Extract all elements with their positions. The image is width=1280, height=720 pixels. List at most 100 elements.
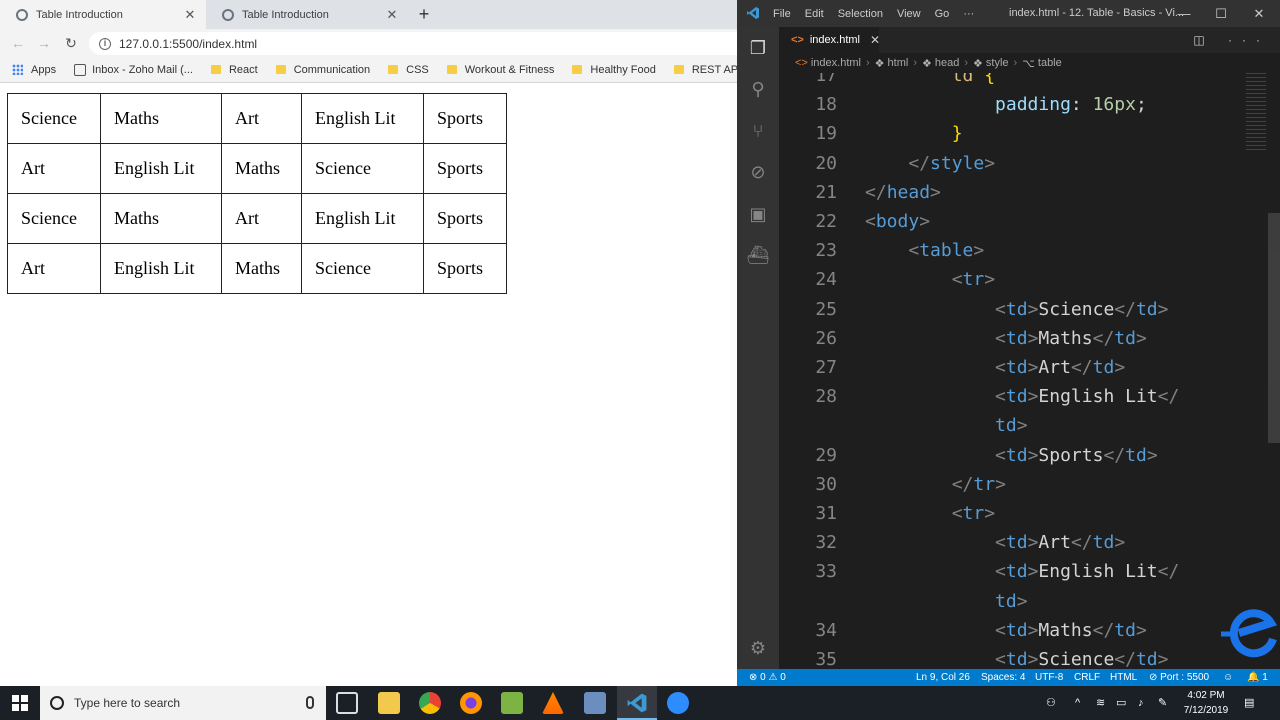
tray-chevron-icon[interactable]: ^ xyxy=(1075,686,1080,720)
address-bar[interactable]: i 127.0.0.1:5500/index.html xyxy=(89,32,737,55)
code-line[interactable]: </tr> xyxy=(865,474,1006,495)
code-line[interactable]: </style> xyxy=(865,153,995,174)
chevron-right-icon: › xyxy=(913,57,917,69)
breadcrumb-item[interactable]: html xyxy=(888,57,909,69)
pen-icon[interactable]: ✎ xyxy=(1158,686,1167,720)
search-icon[interactable]: ⚲ xyxy=(745,76,771,102)
bookmark-item[interactable]: CSS xyxy=(388,64,429,76)
code-line[interactable]: <td>Art</td> xyxy=(865,532,1125,553)
bookmark-item[interactable]: Inbox - Zoho Mail (... xyxy=(74,63,193,76)
breadcrumb-item[interactable]: index.html xyxy=(811,57,861,69)
file-explorer-icon[interactable] xyxy=(378,692,400,714)
code-line[interactable]: td { xyxy=(865,73,995,86)
browser-tab-1[interactable]: Table Introduction ✕ xyxy=(0,0,206,29)
menu-item[interactable]: View xyxy=(897,8,921,20)
network-app-icon[interactable] xyxy=(584,692,606,714)
code-editor[interactable]: 17 td {18 padding: 16px; 19 } 20 </style> 2… xyxy=(779,73,1280,669)
encoding[interactable]: UTF-8 xyxy=(1035,669,1063,686)
code-line[interactable]: padding: 16px; xyxy=(865,94,1147,115)
notifications[interactable]: 🔔 1 xyxy=(1247,669,1268,686)
menu-item[interactable]: ··· xyxy=(963,8,974,20)
code-line[interactable]: td> xyxy=(865,415,1028,436)
close-window-icon[interactable]: ✕ xyxy=(1241,0,1277,27)
live-server-port[interactable]: ⊘ Port : 5500 xyxy=(1149,669,1209,686)
problems-indicator[interactable]: ⊗ 0 ⚠ 0 xyxy=(749,669,786,686)
info-icon[interactable]: i xyxy=(99,37,111,50)
bookmark-item[interactable]: Workout & Fitness xyxy=(446,64,554,76)
taskbar-search[interactable]: Type here to search xyxy=(40,686,326,720)
code-line[interactable]: <td>Science</td> xyxy=(865,649,1168,669)
volume-icon[interactable]: ♪ xyxy=(1138,686,1144,720)
debug-icon[interactable]: ⊘ xyxy=(745,159,771,185)
code-line[interactable]: <table> xyxy=(865,240,984,261)
forward-arrow-icon[interactable]: → xyxy=(35,34,53,52)
wifi-icon[interactable]: ≋ xyxy=(1096,686,1105,720)
reload-icon[interactable]: ↻ xyxy=(62,34,80,52)
cursor-position[interactable]: Ln 9, Col 26 xyxy=(916,669,970,686)
code-line[interactable]: <td>English Lit</ xyxy=(865,561,1179,582)
code-line[interactable]: <td>Maths</td> xyxy=(865,620,1147,641)
menu-item[interactable]: Edit xyxy=(805,8,824,20)
firefox-icon[interactable] xyxy=(460,692,482,714)
breadcrumb-item[interactable]: table xyxy=(1038,57,1062,69)
code-line[interactable]: <td>English Lit</ xyxy=(865,386,1179,407)
menu-item[interactable]: Go xyxy=(935,8,950,20)
code-line[interactable]: <td>Sports</td> xyxy=(865,445,1158,466)
minimap[interactable] xyxy=(1246,73,1266,153)
code-line[interactable]: <td>Art</td> xyxy=(865,357,1125,378)
notepad-plus-icon[interactable] xyxy=(501,692,523,714)
explorer-icon[interactable]: ❐ xyxy=(745,35,771,61)
taskbar-clock[interactable]: 4:02 PM 7/12/2019 xyxy=(1176,688,1236,718)
docker-icon[interactable]: ⛴ xyxy=(745,242,771,268)
indentation[interactable]: Spaces: 4 xyxy=(981,669,1025,686)
code-line[interactable]: </head> xyxy=(865,182,941,203)
close-icon[interactable]: ✕ xyxy=(870,33,880,47)
close-tab-icon[interactable]: ✕ xyxy=(182,7,198,23)
source-control-icon[interactable]: ⑂ xyxy=(745,118,771,144)
feedback-icon[interactable]: ☺ xyxy=(1223,669,1233,686)
language-mode[interactable]: HTML xyxy=(1110,669,1137,686)
error-count: 0 xyxy=(760,672,766,683)
minimize-icon[interactable]: — xyxy=(1166,0,1202,27)
back-arrow-icon[interactable]: ← xyxy=(9,34,27,52)
vlc-icon[interactable] xyxy=(542,692,564,714)
extensions-icon[interactable]: ▣ xyxy=(745,201,771,227)
breadcrumb-item[interactable]: style xyxy=(986,57,1009,69)
bookmark-label: Inbox - Zoho Mail (... xyxy=(92,63,193,76)
code-line[interactable]: <body> xyxy=(865,211,930,232)
close-tab-icon[interactable]: ✕ xyxy=(384,7,400,23)
vscode-taskbar-icon[interactable] xyxy=(626,692,648,714)
task-view-icon[interactable] xyxy=(336,692,358,714)
zoom-icon[interactable] xyxy=(667,692,689,714)
breadcrumb-item[interactable]: head xyxy=(935,57,959,69)
people-icon[interactable]: ⚇ xyxy=(1046,686,1056,720)
gear-icon[interactable]: ⚙ xyxy=(745,635,771,661)
code-token: Science xyxy=(1038,649,1115,669)
code-line[interactable]: <tr> xyxy=(865,269,995,290)
editor-tab-index-html[interactable]: <> index.html ✕ xyxy=(779,27,880,53)
code-line[interactable]: <td>Science</td> xyxy=(865,299,1168,320)
bookmark-item[interactable]: Apps xyxy=(12,64,56,76)
menu-item[interactable]: Selection xyxy=(838,8,883,20)
bookmark-item[interactable]: Healthy Food xyxy=(572,64,656,76)
table-cell: English Lit xyxy=(100,143,222,194)
editor-scrollbar[interactable] xyxy=(1268,213,1280,443)
bookmark-item[interactable]: React xyxy=(210,64,258,76)
windows-start-icon[interactable] xyxy=(12,695,28,711)
browser-tab-2[interactable]: Table Introduction ✕ xyxy=(206,0,408,29)
microphone-icon[interactable] xyxy=(306,696,314,709)
bookmark-item[interactable]: Communication xyxy=(275,64,370,76)
line-ending[interactable]: CRLF xyxy=(1074,669,1100,686)
menu-item[interactable]: File xyxy=(773,8,791,20)
code-line[interactable]: td> xyxy=(865,591,1028,612)
new-tab-button[interactable]: + xyxy=(414,4,434,24)
split-editor-icon[interactable]: ◫ ··· xyxy=(1193,33,1270,47)
action-center-icon[interactable]: ▤ xyxy=(1244,686,1254,720)
code-line[interactable]: <td>Maths</td> xyxy=(865,328,1147,349)
code-line[interactable]: <tr> xyxy=(865,503,995,524)
battery-icon[interactable]: ▭ xyxy=(1116,686,1126,720)
maximize-icon[interactable]: ☐ xyxy=(1203,0,1239,27)
code-line[interactable]: } xyxy=(865,123,963,144)
chrome-icon[interactable] xyxy=(419,692,441,714)
bookmark-item[interactable]: REST API xyxy=(673,64,737,76)
